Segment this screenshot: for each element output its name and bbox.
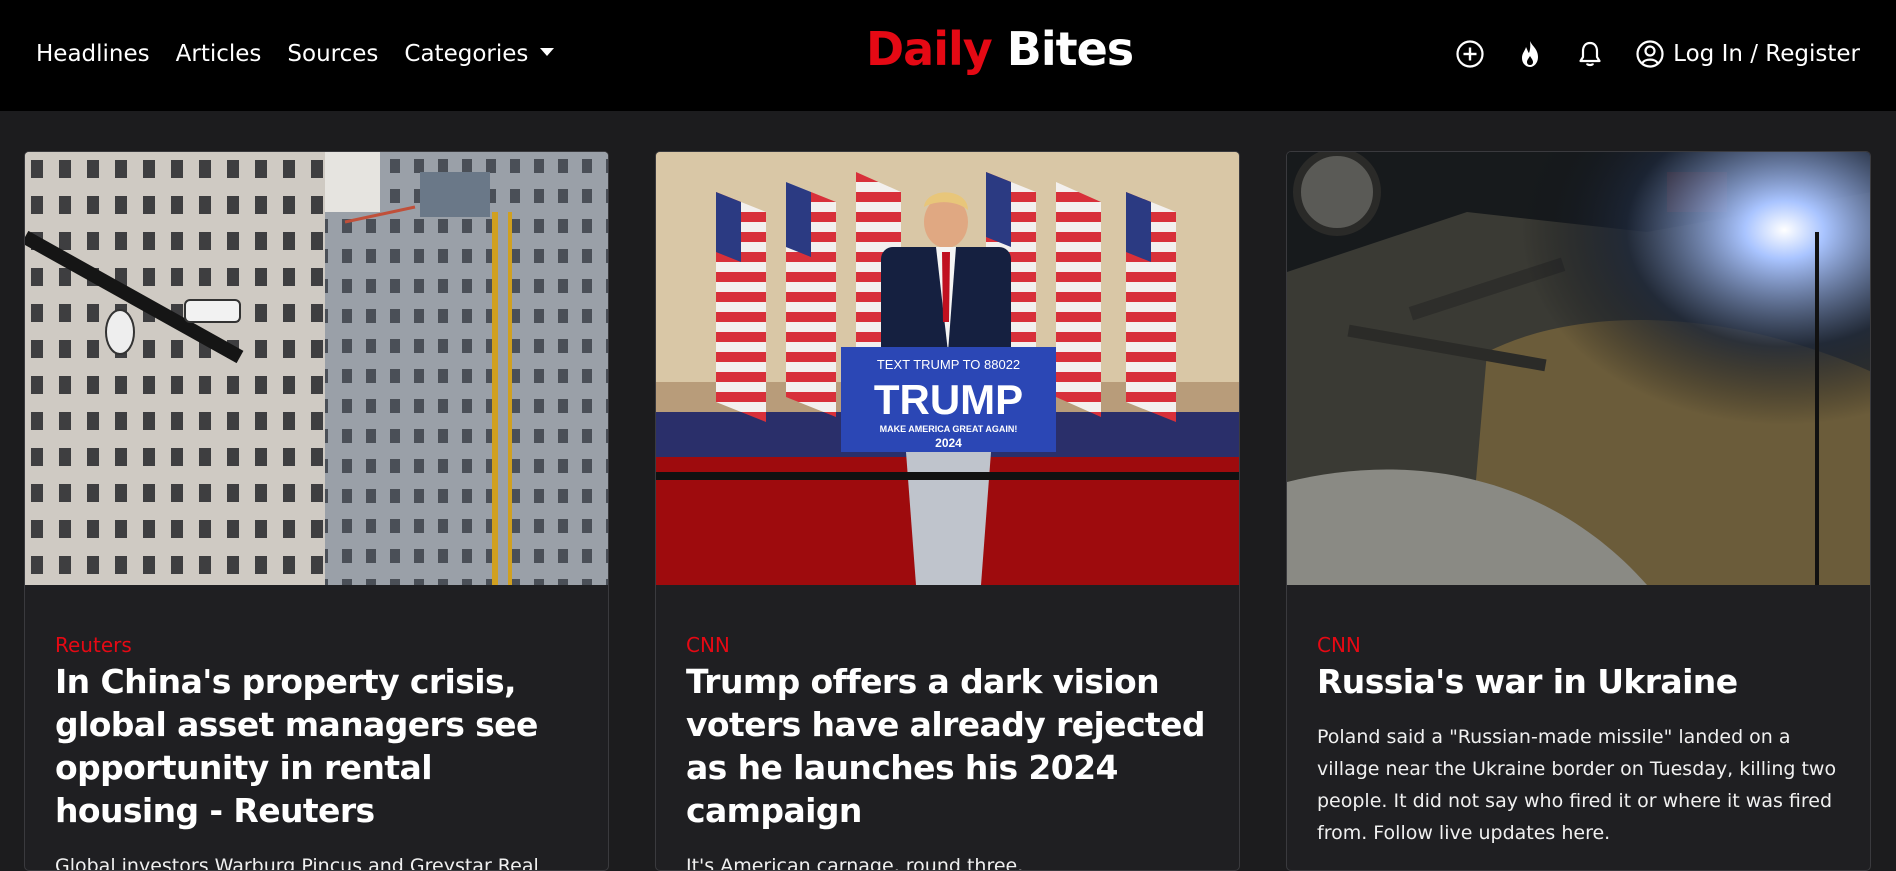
nav-link-categories-label: Categories [404, 41, 529, 67]
login-register-label: Log In / Register [1673, 41, 1860, 67]
podium-text-line4: 2024 [935, 436, 962, 450]
article-card-body: Reuters In China's property crisis, glob… [55, 632, 582, 871]
article-source[interactable]: CNN [1317, 632, 1844, 658]
article-image-campaign[interactable]: TEXT TRUMP TO 88022 TRUMP MAKE AMERICA G… [656, 152, 1239, 585]
article-card[interactable]: Reuters In China's property crisis, glob… [24, 151, 609, 871]
article-card[interactable]: TEXT TRUMP TO 88022 TRUMP MAKE AMERICA G… [655, 151, 1240, 871]
podium-text-line3: MAKE AMERICA GREAT AGAIN! [880, 424, 1018, 434]
podium-text-line1: TEXT TRUMP TO 88022 [877, 357, 1020, 372]
article-card-body: CNN Trump offers a dark vision voters ha… [686, 632, 1213, 871]
top-navbar: Headlines Articles Sources Categories Da… [0, 0, 1896, 111]
nav-dropdown-categories[interactable]: Categories [404, 41, 555, 67]
brand-logo-part2: Bites [1006, 22, 1134, 76]
nav-link-headlines[interactable]: Headlines [36, 41, 150, 67]
podium-text-line2: TRUMP [874, 376, 1023, 423]
campaign-podium-sign: TEXT TRUMP TO 88022 TRUMP MAKE AMERICA G… [841, 347, 1056, 452]
chevron-down-icon [540, 48, 555, 56]
article-source[interactable]: Reuters [55, 632, 582, 658]
brand-logo[interactable]: Daily Bites [866, 22, 1134, 76]
article-title[interactable]: Russia's war in Ukraine [1317, 660, 1844, 703]
article-card-body: CNN Russia's war in Ukraine Poland said … [1317, 632, 1844, 849]
article-image-buildings[interactable] [25, 152, 608, 585]
article-card[interactable]: CNN Russia's war in Ukraine Poland said … [1286, 151, 1871, 871]
user-circle-icon [1635, 39, 1665, 69]
login-register-link[interactable]: Log In / Register [1635, 39, 1860, 69]
article-description: It's American carnage, round three. [686, 855, 1024, 871]
nav-link-articles[interactable]: Articles [176, 41, 262, 67]
article-description: Global investors Warburg Pincus and Grey… [55, 855, 539, 871]
nav-links: Headlines Articles Sources Categories [36, 0, 555, 108]
brand-logo-part1: Daily [866, 22, 993, 76]
article-image-crater[interactable] [1287, 152, 1870, 585]
nav-link-sources[interactable]: Sources [287, 41, 378, 67]
article-source[interactable]: CNN [686, 632, 1213, 658]
fire-icon[interactable] [1515, 39, 1545, 69]
article-description: Poland said a "Russian-made missile" lan… [1317, 726, 1837, 844]
plus-circle-icon[interactable] [1455, 39, 1485, 69]
article-title[interactable]: Trump offers a dark vision voters have a… [686, 660, 1213, 832]
nav-actions: Log In / Register [1455, 0, 1860, 108]
bell-icon[interactable] [1575, 39, 1605, 69]
article-title[interactable]: In China's property crisis, global asset… [55, 660, 582, 832]
